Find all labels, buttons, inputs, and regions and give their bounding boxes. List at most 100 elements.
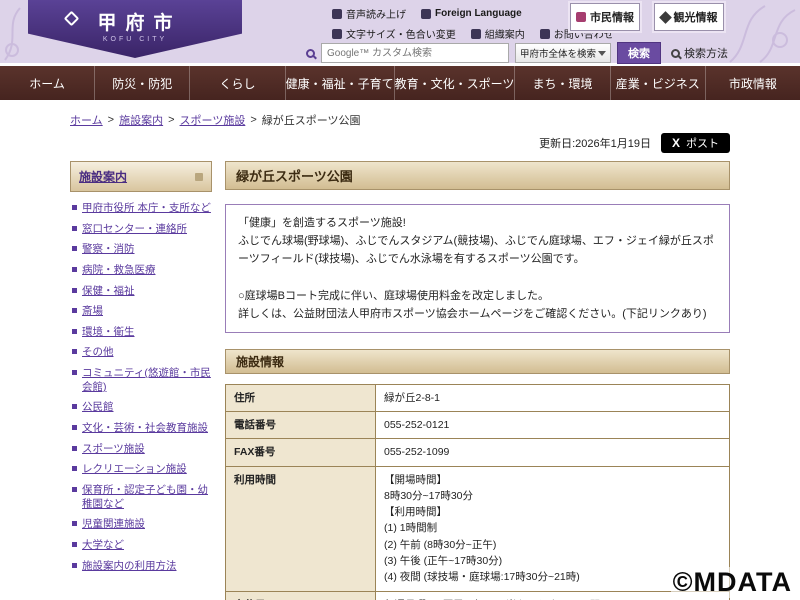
sidebar-item-hospitals[interactable]: 病院・救急医療: [72, 264, 212, 278]
speaker-icon: [332, 9, 342, 19]
tourism-info-button[interactable]: 観光情報: [654, 3, 724, 31]
bullet-icon: [72, 226, 77, 231]
sidebar-item-nurseries[interactable]: 保育所・認定子ども園・幼稚園など: [72, 484, 212, 511]
sidebar-item-label: 警察・消防: [82, 243, 135, 257]
sidebar-item-label: 斎場: [82, 305, 103, 319]
bullet-icon: [72, 267, 77, 272]
search-bar: 甲府市全体を検索 検索 検索方法: [306, 42, 728, 64]
bullet-icon: [72, 205, 77, 210]
sidebar-item-label: 文化・芸術・社会教育施設: [82, 422, 208, 436]
page-meta-row: 更新日:2026年1月19日 X ポスト: [70, 133, 730, 153]
city-name: 甲府市: [28, 0, 242, 35]
breadcrumb-sports-facilities[interactable]: スポーツ施設: [180, 112, 246, 128]
foreign-language-label: Foreign Language: [435, 8, 522, 19]
sidebar-header-icon: [195, 173, 203, 181]
nav-item-home[interactable]: ホーム: [0, 66, 94, 100]
nav-item-city-government[interactable]: 市政情報: [705, 66, 800, 100]
table-row-fax: FAX番号 055-252-1099: [226, 439, 730, 466]
section-title-facility-info: 施設情報: [225, 349, 730, 374]
sidebar-item-culture-arts[interactable]: 文化・芸術・社会教育施設: [72, 422, 212, 436]
sidebar-item-child-facilities[interactable]: 児童関連施設: [72, 518, 212, 532]
sidebar-list: 甲府市役所 本庁・支所など 窓口センター・連絡所 警察・消防 病院・救急医療 保…: [72, 202, 212, 573]
sidebar-item-how-to-use[interactable]: 施設案内の利用方法: [72, 560, 212, 574]
page-title: 緑が丘スポーツ公園: [225, 161, 730, 190]
nav-item-education-culture-sports[interactable]: 教育・文化・スポーツ: [394, 66, 515, 100]
text-size-color-link[interactable]: 文字サイズ・色合い変更: [332, 26, 456, 41]
search-help-icon: [671, 49, 680, 58]
search-input[interactable]: [321, 43, 509, 63]
search-help-link[interactable]: 検索方法: [671, 45, 728, 61]
sidebar-item-sports-facilities[interactable]: スポーツ施設: [72, 443, 212, 457]
text-size-icon: [332, 29, 342, 39]
mail-icon: [540, 29, 550, 39]
organization-guide-link[interactable]: 組織案内: [471, 26, 525, 41]
audio-readout-link[interactable]: 音声読み上げ: [332, 6, 406, 21]
bullet-icon: [72, 487, 77, 492]
organization-icon: [471, 29, 481, 39]
x-post-label: ポスト: [686, 135, 719, 151]
decorative-pattern-right: [720, 0, 800, 66]
sidebar-item-city-hall[interactable]: 甲府市役所 本庁・支所など: [72, 202, 212, 216]
sidebar-item-service-centers[interactable]: 窓口センター・連絡所: [72, 223, 212, 237]
sidebar-item-police-fire[interactable]: 警察・消防: [72, 243, 212, 257]
breadcrumb-facility-guide[interactable]: 施設案内: [119, 112, 163, 128]
citizen-info-button[interactable]: 市民情報: [570, 3, 640, 31]
table-row-hours: 利用時間 【開場時間】 8時30分~17時30分 【利用時間】 (1) 1時間制…: [226, 466, 730, 591]
bullet-icon: [72, 308, 77, 313]
x-post-button[interactable]: X ポスト: [661, 133, 730, 153]
sidebar-item-universities[interactable]: 大学など: [72, 539, 212, 553]
tourism-icon: [659, 11, 672, 24]
main-navigation: ホーム 防災・防犯 くらし 健康・福祉・子育て 教育・文化・スポーツ まち・環境…: [0, 66, 800, 100]
sidebar-item-label: 窓口センター・連絡所: [82, 223, 187, 237]
audio-readout-label: 音声読み上げ: [346, 6, 406, 21]
sidebar-item-recreation[interactable]: レクリエーション施設: [72, 463, 212, 477]
nav-item-disaster-crime[interactable]: 防災・防犯: [94, 66, 189, 100]
x-logo-icon: X: [672, 136, 680, 150]
city-name-en: KOFU CITY: [28, 36, 242, 43]
breadcrumb-separator: >: [250, 114, 256, 126]
city-logo[interactable]: 甲府市 KOFU CITY: [28, 0, 242, 58]
sidebar-item-environment-sanitation[interactable]: 環境・衛生: [72, 326, 212, 340]
sidebar-item-label: コミュニティ(悠遊館・市民会館): [82, 367, 212, 394]
sidebar-item-label: スポーツ施設: [82, 443, 145, 457]
table-row-address: 住所 緑が丘2-8-1: [226, 384, 730, 411]
sidebar-item-label: 環境・衛生: [82, 326, 135, 340]
sidebar-item-community-centers[interactable]: 公民館: [72, 401, 212, 415]
nav-item-industry-business[interactable]: 産業・ビジネス: [610, 66, 705, 100]
sidebar-item-label: その他: [82, 346, 114, 360]
sidebar-header[interactable]: 施設案内: [70, 161, 212, 192]
foreign-language-link[interactable]: Foreign Language: [421, 8, 522, 19]
watermark: ©MDATA: [671, 567, 794, 598]
breadcrumb-home[interactable]: ホーム: [70, 112, 103, 128]
sidebar-item-others[interactable]: その他: [72, 346, 212, 360]
table-value: 055-252-1099: [376, 439, 730, 466]
sidebar-item-community[interactable]: コミュニティ(悠遊館・市民会館): [72, 367, 212, 394]
facility-intro-text: 「健康」を創造するスポーツ施設! ふじでん球場(野球場)、ふじでんスタジアム(競…: [225, 204, 730, 333]
nav-item-health-welfare[interactable]: 健康・福祉・子育て: [285, 66, 394, 100]
sidebar-item-health-welfare[interactable]: 保健・福祉: [72, 285, 212, 299]
table-label: 利用時間: [226, 466, 376, 591]
sidebar-item-label: 公民館: [82, 401, 114, 415]
site-header: 甲府市 KOFU CITY 音声読み上げ Foreign Language 文字…: [0, 0, 800, 66]
search-button[interactable]: 検索: [617, 42, 661, 64]
content-columns: 施設案内 甲府市役所 本庁・支所など 窓口センター・連絡所 警察・消防 病院・救…: [70, 161, 730, 600]
sidebar-item-label: 病院・救急医療: [82, 264, 156, 278]
nav-item-town-environment[interactable]: まち・環境: [514, 66, 609, 100]
tourism-info-label: 観光情報: [674, 9, 718, 25]
bullet-icon: [72, 246, 77, 251]
nav-item-living[interactable]: くらし: [189, 66, 284, 100]
table-label: 定休日: [226, 591, 376, 600]
utility-links-row1: 音声読み上げ Foreign Language: [332, 6, 522, 21]
search-scope-select[interactable]: 甲府市全体を検索: [515, 43, 611, 63]
sidebar-item-label: 施設案内の利用方法: [82, 560, 177, 574]
content-area: ホーム > 施設案内 > スポーツ施設 > 緑が丘スポーツ公園 更新日:2026…: [0, 100, 800, 600]
sidebar-item-funeral-hall[interactable]: 斎場: [72, 305, 212, 319]
search-icon: [306, 49, 315, 58]
bullet-icon: [72, 521, 77, 526]
sidebar-item-label: レクリエーション施設: [82, 463, 187, 477]
table-value: 緑が丘2-8-1: [376, 384, 730, 411]
bullet-icon: [72, 542, 77, 547]
bullet-icon: [72, 349, 77, 354]
table-label: 電話番号: [226, 412, 376, 439]
table-label: 住所: [226, 384, 376, 411]
